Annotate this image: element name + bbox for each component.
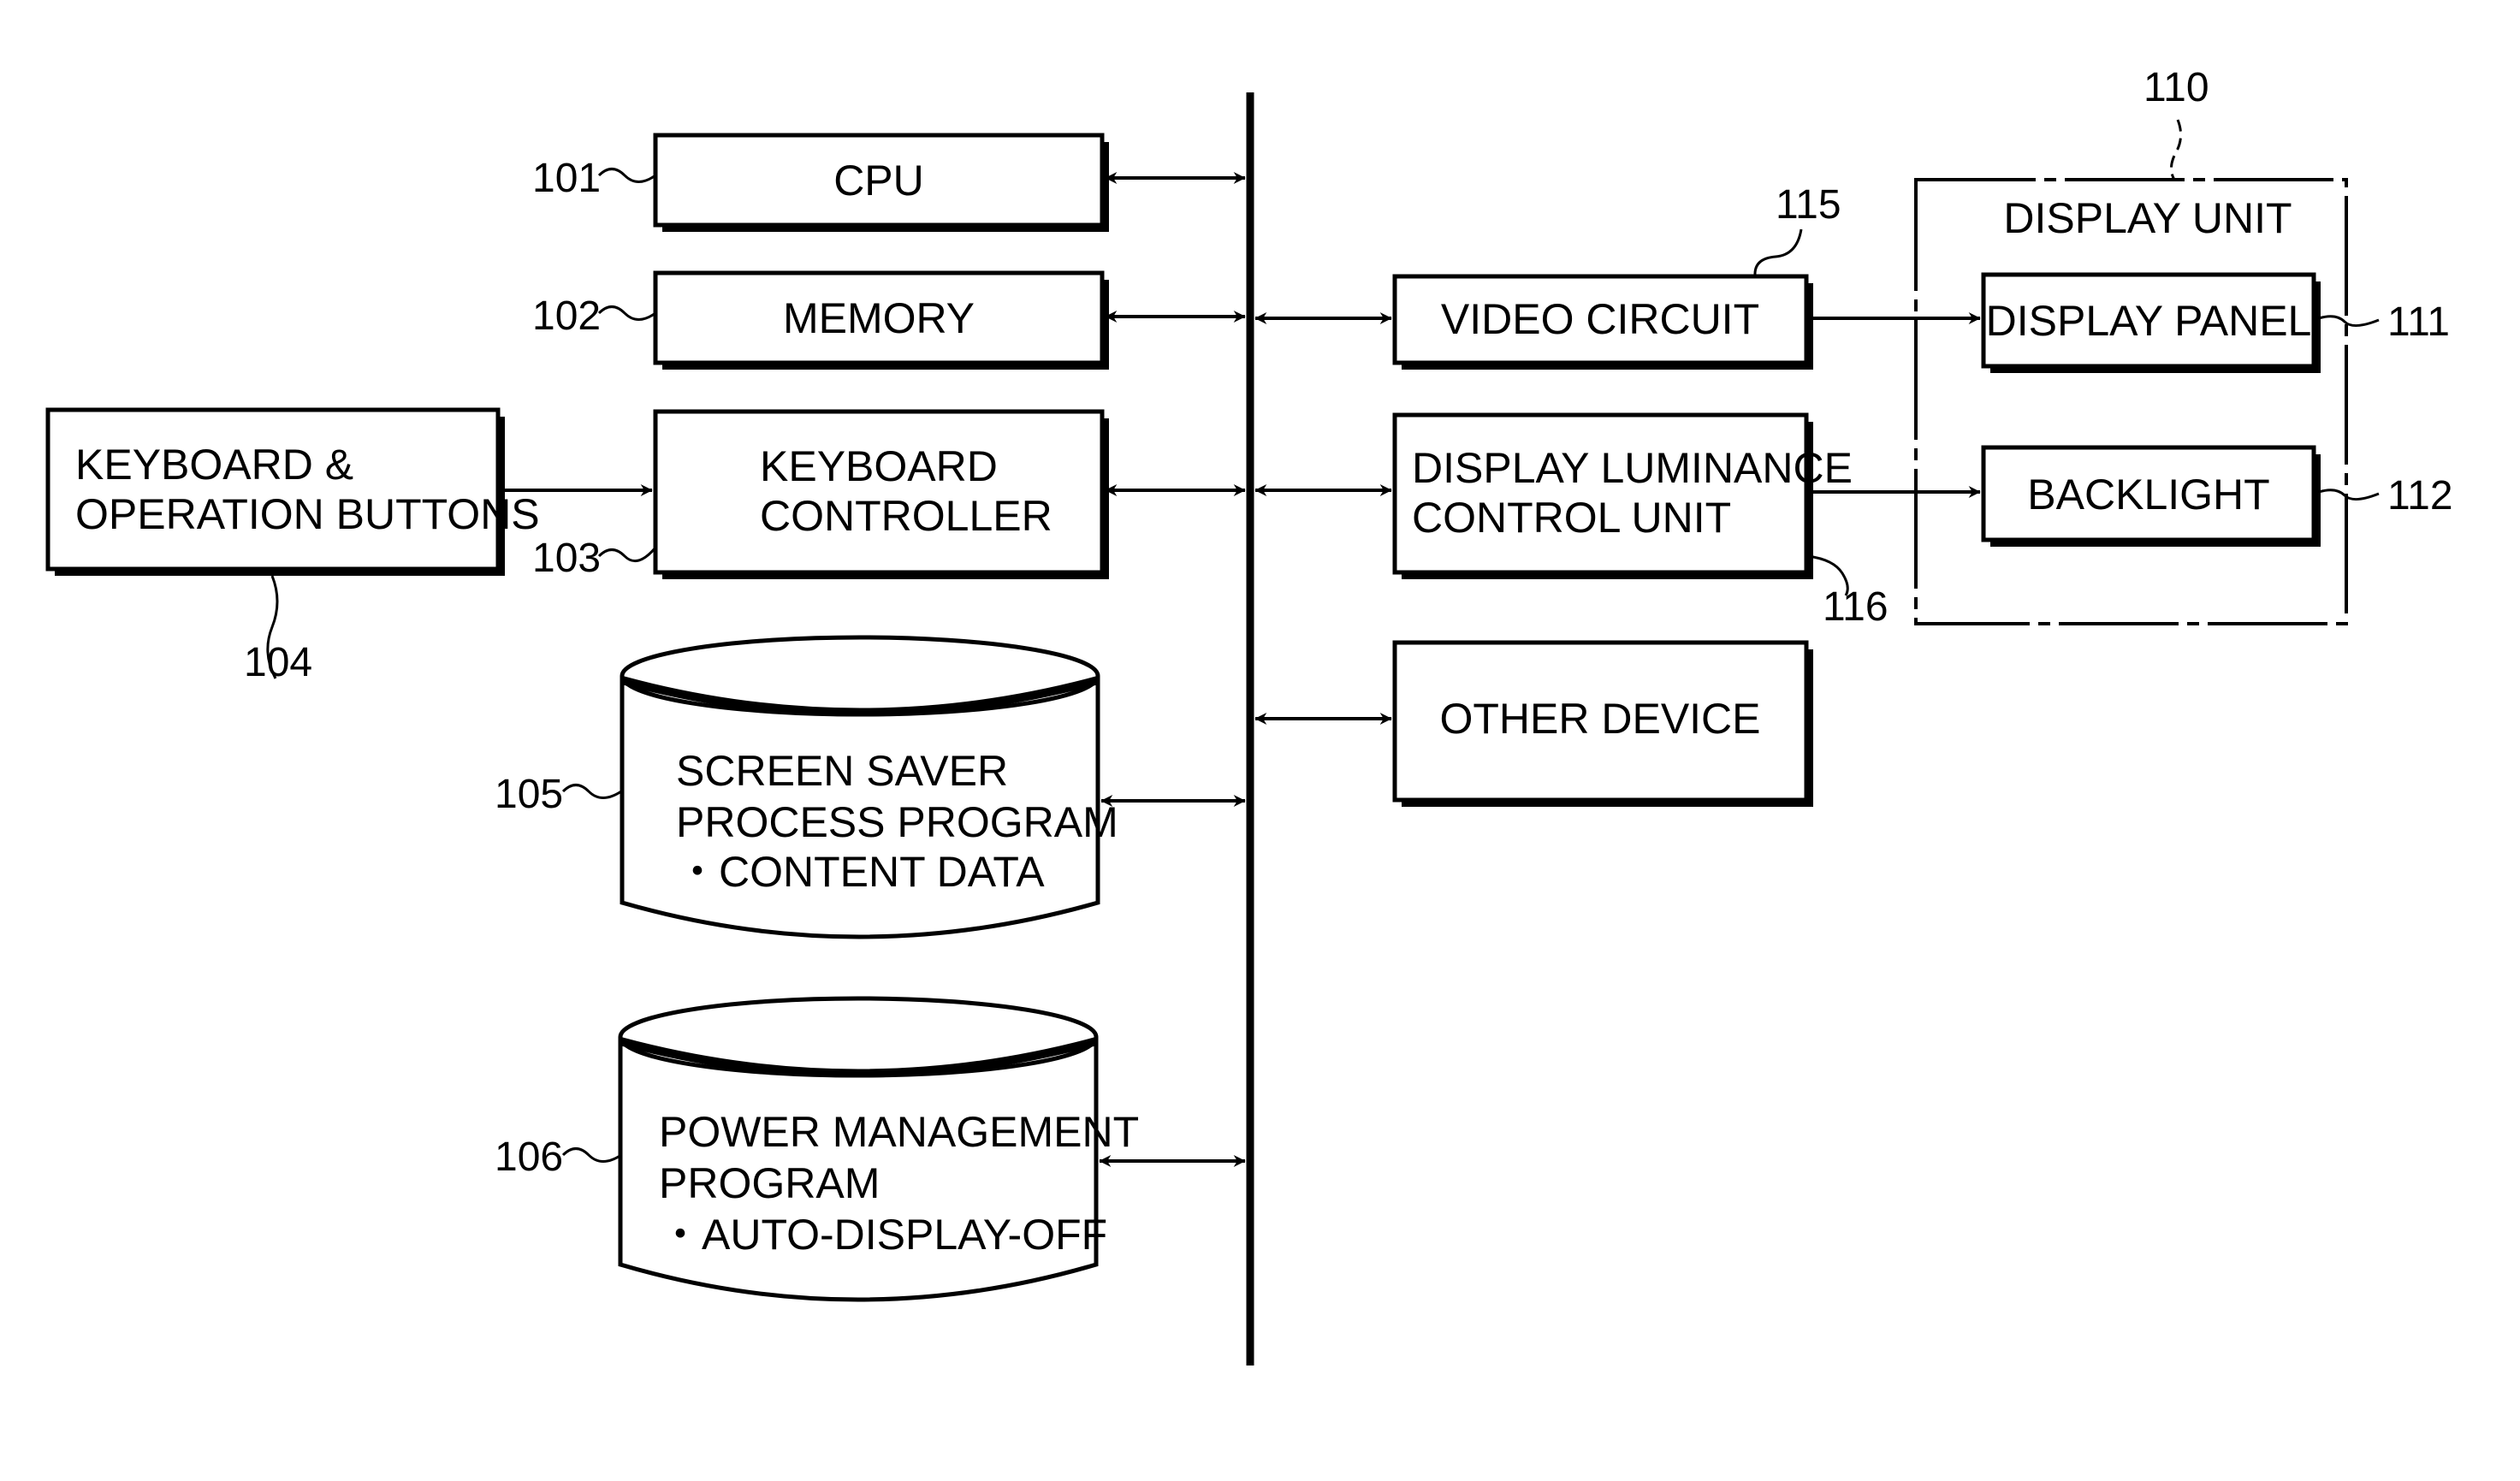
keyboard-buttons-block[interactable]: KEYBOARD & OPERATION BUTTONS — [45, 407, 540, 576]
backlight-block[interactable]: BACKLIGHT — [1981, 445, 2321, 547]
leader-115 — [1753, 228, 1803, 276]
cpu-block[interactable]: CPU — [653, 133, 1109, 232]
leader-102 — [597, 305, 656, 321]
screen-saver-label-line2: PROCESS PROGRAM — [676, 798, 1118, 846]
ref-102: 102 — [532, 293, 601, 339]
other-device-label: OTHER DEVICE — [1439, 695, 1760, 743]
display-unit-label: DISPLAY UNIT — [2003, 194, 2292, 242]
ref-111: 111 — [2387, 299, 2450, 345]
ref-103: 103 — [532, 536, 601, 581]
ref-104: 104 — [244, 640, 312, 685]
ref-110: 110 — [2143, 65, 2209, 110]
display-panel-block[interactable]: DISPLAY PANEL — [1981, 272, 2321, 373]
screen-saver-label-line3: ・CONTENT DATA — [676, 848, 1045, 896]
backlight-label: BACKLIGHT — [2027, 471, 2269, 518]
display-unit-group[interactable]: DISPLAY UNIT — [1914, 178, 2348, 625]
keyboard-controller-label-line2: CONTROLLER — [760, 492, 1052, 540]
video-circuit-block[interactable]: VIDEO CIRCUIT — [1392, 274, 1813, 370]
display-panel-label: DISPLAY PANEL — [1986, 297, 2312, 345]
ref-115: 115 — [1776, 182, 1841, 228]
power-management-label-line2: PROGRAM — [659, 1159, 880, 1207]
ref-106: 106 — [495, 1134, 563, 1180]
screen-saver-storage[interactable]: SCREEN SAVER PROCESS PROGRAM ・CONTENT DA… — [620, 635, 1118, 939]
ref-105: 105 — [495, 772, 563, 817]
power-management-label-line1: POWER MANAGEMENT — [659, 1108, 1139, 1156]
keyboard-buttons-label-line1: KEYBOARD & — [75, 441, 353, 489]
luminance-control-block[interactable]: DISPLAY LUMINANCE CONTROL UNIT — [1392, 412, 1853, 579]
luminance-control-label-line1: DISPLAY LUMINANCE — [1412, 444, 1853, 492]
video-circuit-label: VIDEO CIRCUIT — [1441, 295, 1759, 343]
leader-101 — [597, 168, 656, 183]
leader-110 — [2170, 119, 2182, 181]
memory-block[interactable]: MEMORY — [653, 270, 1109, 370]
leader-111 — [2318, 315, 2380, 327]
keyboard-buttons-label-line2: OPERATION BUTTONS — [75, 490, 540, 538]
ref-116: 116 — [1823, 584, 1889, 630]
keyboard-controller-label-line1: KEYBOARD — [760, 442, 998, 490]
screen-saver-label-line1: SCREEN SAVER — [676, 747, 1008, 795]
memory-label: MEMORY — [783, 294, 975, 342]
keyboard-controller-block[interactable]: KEYBOARD CONTROLLER — [653, 409, 1109, 579]
luminance-control-label-line2: CONTROL UNIT — [1412, 494, 1731, 542]
block-diagram: CPU 101 MEMORY 102 KEYBOARD CONTROLLER 1… — [45, 65, 2453, 1365]
leader-112 — [2318, 489, 2380, 501]
leader-103 — [597, 547, 657, 563]
ref-101: 101 — [532, 156, 601, 201]
power-management-label-line3: ・AUTO-DISPLAY-OFF — [659, 1211, 1107, 1259]
leader-106 — [561, 1147, 622, 1163]
cpu-label: CPU — [833, 157, 924, 204]
leader-105 — [561, 784, 622, 799]
ref-112: 112 — [2387, 473, 2453, 518]
other-device-block[interactable]: OTHER DEVICE — [1392, 640, 1813, 807]
power-management-storage[interactable]: POWER MANAGEMENT PROGRAM ・AUTO-DISPLAY-O… — [618, 996, 1139, 1302]
